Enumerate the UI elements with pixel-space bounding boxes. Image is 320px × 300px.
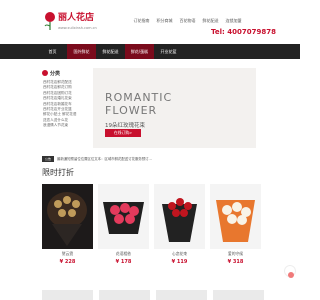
nav-item-home[interactable]: 首页	[38, 44, 67, 59]
product-placeholder	[42, 290, 93, 300]
rose-logo-icon[interactable]	[43, 11, 57, 31]
product-placeholder	[213, 290, 264, 300]
product-card[interactable]: 心恋花束 ¥ 119	[154, 184, 205, 274]
nav-item-delivery[interactable]: 鲜花配送	[96, 44, 125, 59]
nav-item-flowers-cakes[interactable]: 鲜花/蛋糕	[125, 44, 154, 59]
flower-icon	[42, 70, 48, 76]
product-price: ¥ 228	[59, 259, 76, 265]
top-link[interactable]: 鲜花配送	[199, 18, 222, 24]
product-image	[98, 184, 149, 249]
top-link[interactable]: 百花物语	[176, 18, 199, 24]
phone-number: 4007079878	[227, 28, 276, 36]
product-card[interactable]: 花语相依 ¥ 178	[98, 184, 149, 274]
sidebar-item[interactable]: 浪漫情人节花束	[43, 123, 77, 128]
product-name[interactable]: 心恋花束	[154, 251, 205, 257]
product-price: ¥ 318	[227, 259, 244, 265]
phone-contact: Tel: 4007079878	[211, 28, 276, 36]
nav-item-opening-baskets[interactable]: 开业花篮	[154, 44, 183, 59]
hero-banner[interactable]: ROMANTIC FLOWER 19朵红玫瑰花束 在线订购>	[93, 68, 256, 148]
category-sidebar: 分类 西村花店鲜花配送 西村花店鲜花订购 西村花店团购订花 西村花店婚礼花束 西…	[38, 68, 93, 145]
banner-headline-2: FLOWER	[105, 104, 158, 117]
site-header: 丽人花店 www.xulixinsh.com.cn 订花指南 积分商城 百花物语…	[0, 0, 300, 42]
top-links: 订花指南 积分商城 百花物语 鲜花配送 连锁加盟	[130, 18, 245, 24]
banner-headline-1: ROMANTIC	[105, 91, 173, 104]
top-link[interactable]: 积分商城	[153, 18, 176, 24]
product-card[interactable]: 爱的守候 ¥ 318	[210, 184, 261, 274]
product-image	[210, 184, 261, 249]
section-title: 限时打折	[42, 168, 74, 177]
notice-bar: 公告 最新通知预留位位置区位文本：区域市鲜花配送订花服务预订...	[42, 156, 262, 162]
product-name[interactable]: 爱的守候	[210, 251, 261, 257]
notice-text[interactable]: 最新通知预留位位置区位文本：区域市鲜花配送订花服务预订...	[57, 156, 152, 162]
sidebar-list: 西村花店鲜花配送 西村花店鲜花订购 西村花店团购订花 西村花店婚礼花束 西村花店…	[43, 80, 77, 129]
nav-item-foreign-flowers[interactable]: 国外鲜花	[67, 44, 96, 59]
product-name[interactable]: 花语相依	[98, 251, 149, 257]
top-link[interactable]: 连锁加盟	[222, 18, 245, 24]
product-price: ¥ 119	[171, 259, 188, 265]
order-now-button[interactable]: 在线订购>	[105, 129, 141, 137]
notice-tag: 公告	[42, 156, 54, 162]
product-card[interactable]: 黛云霓 ¥ 228	[42, 184, 93, 274]
floating-action-button[interactable]	[284, 265, 296, 278]
next-product-row	[42, 290, 264, 300]
main-nav: 首页 国外鲜花 鲜花配送 鲜花/蛋糕 开业花篮	[0, 44, 300, 59]
phone-label: Tel:	[211, 28, 225, 36]
product-image	[154, 184, 205, 249]
sidebar-item[interactable]: 西村花店婚礼花束	[43, 96, 77, 101]
banner-caption: 19朵红玫瑰花束	[105, 123, 145, 129]
product-placeholder	[156, 290, 207, 300]
flower-badge-icon	[288, 272, 294, 278]
brand-title[interactable]: 丽人花店	[58, 10, 94, 23]
product-price: ¥ 178	[115, 259, 132, 265]
sidebar-title: 分类	[50, 71, 61, 77]
product-placeholder	[99, 290, 150, 300]
product-name[interactable]: 黛云霓	[42, 251, 93, 257]
brand-subtitle: www.xulixinsh.com.cn	[58, 26, 97, 30]
product-image	[42, 184, 93, 249]
top-link[interactable]: 订花指南	[130, 18, 153, 24]
